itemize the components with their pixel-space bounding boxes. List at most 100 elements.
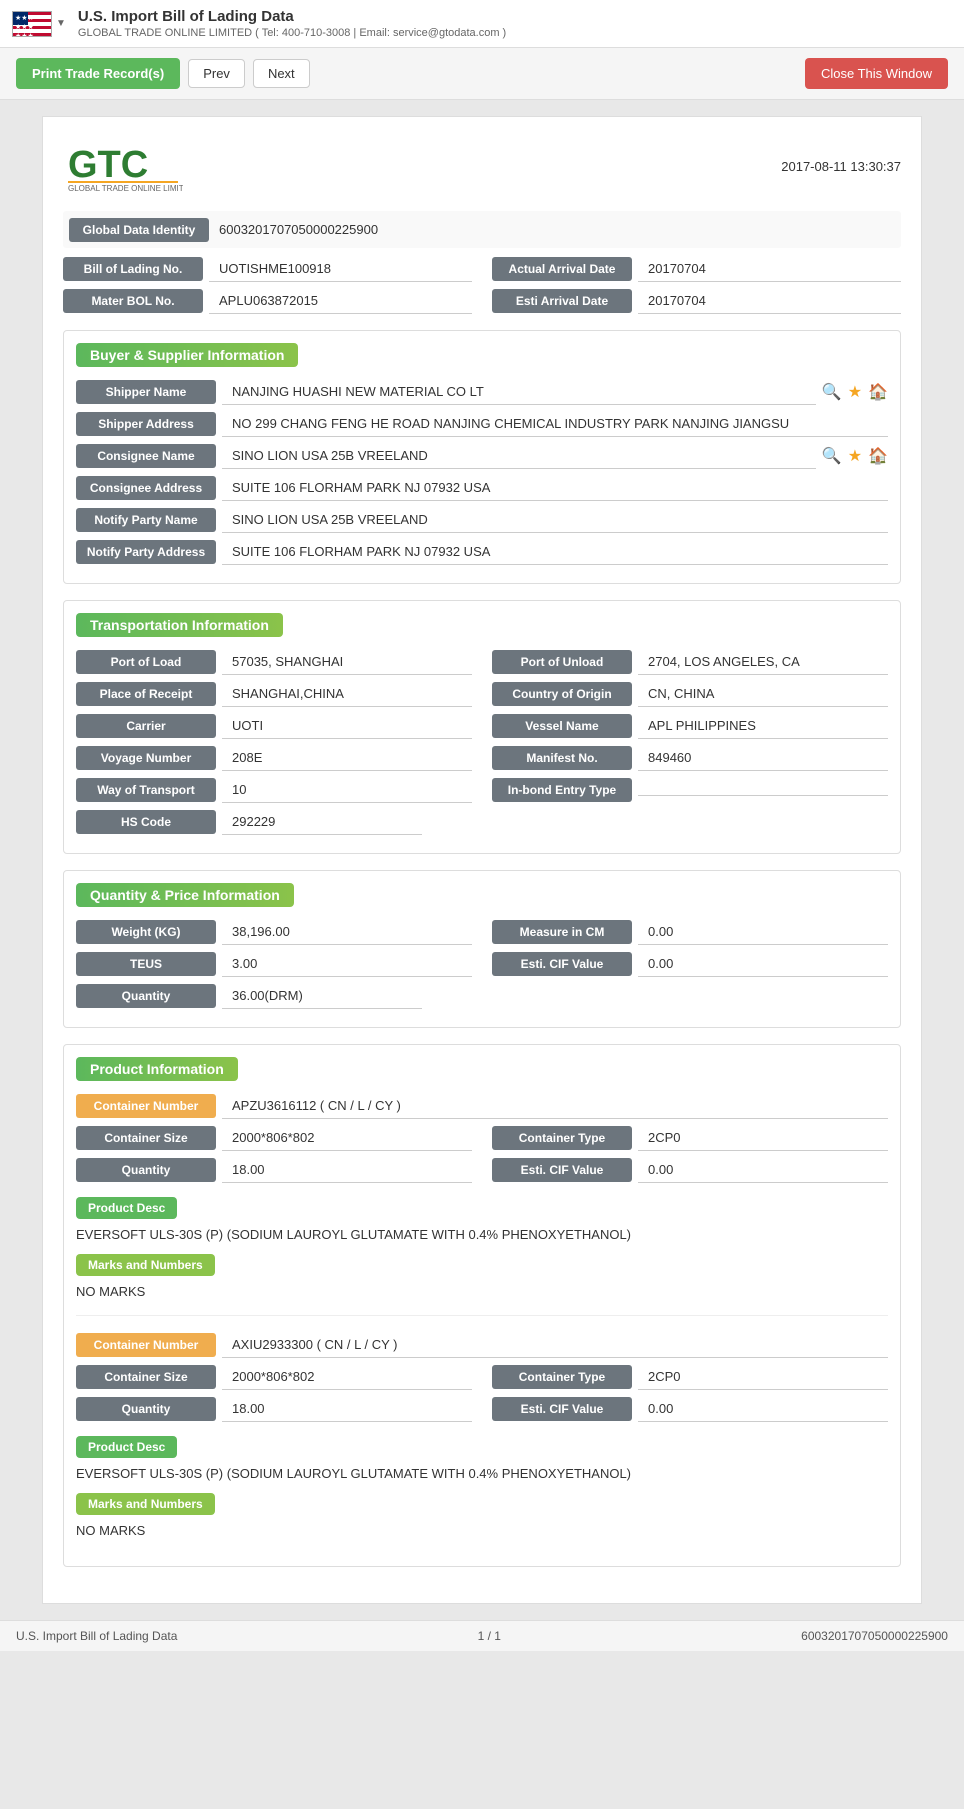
quantity-label-c1: Quantity (76, 1158, 216, 1182)
inbond-entry-label: In-bond Entry Type (492, 778, 632, 802)
consignee-name-row: Consignee Name SINO LION USA 25B VREELAN… (76, 443, 888, 469)
star-icon-2[interactable]: ★ (848, 446, 862, 466)
container-number-value-1: APZU3616112 ( CN / L / CY ) (222, 1093, 888, 1119)
transport-inbond-row: Way of Transport 10 In-bond Entry Type (76, 777, 888, 803)
home-icon-2[interactable]: 🏠 (868, 446, 888, 466)
star-icon[interactable]: ★ (848, 382, 862, 402)
voyage-number-value: 208E (222, 745, 472, 771)
product-desc-label-1[interactable]: Product Desc (76, 1197, 177, 1219)
teus-cif-row: TEUS 3.00 Esti. CIF Value 0.00 (76, 951, 888, 977)
container-size-value-1: 2000*806*802 (222, 1125, 472, 1151)
esti-cif-value-1: 0.00 (638, 951, 888, 977)
main-page: GTC GLOBAL TRADE ONLINE LIMITED 2017-08-… (42, 116, 922, 1604)
country-origin-label: Country of Origin (492, 682, 632, 706)
way-transport-value: 10 (222, 777, 472, 803)
mater-bol-label: Mater BOL No. (63, 289, 203, 313)
svg-text:GTC: GTC (68, 144, 148, 186)
qty-price-title: Quantity & Price Information (76, 883, 294, 907)
marks-label-1[interactable]: Marks and Numbers (76, 1254, 215, 1276)
shipper-address-row: Shipper Address NO 299 CHANG FENG HE ROA… (76, 411, 888, 437)
container-type-value-1: 2CP0 (638, 1125, 888, 1151)
container-size-value-2: 2000*806*802 (222, 1364, 472, 1390)
prev-button[interactable]: Prev (188, 59, 245, 88)
container-type-value-2: 2CP0 (638, 1364, 888, 1390)
container-block-2: Container Number AXIU2933300 ( CN / L / … (76, 1332, 888, 1554)
search-icon-2[interactable]: 🔍 (822, 446, 842, 466)
flag-icon: ★★★★★★★★★ (12, 11, 52, 37)
buyer-supplier-section: Buyer & Supplier Information Shipper Nam… (63, 330, 901, 584)
weight-kg-value: 38,196.00 (222, 919, 472, 945)
actual-arrival-label: Actual Arrival Date (492, 257, 632, 281)
container-number-label-1: Container Number (76, 1094, 216, 1118)
mater-bol-value: APLU063872015 (209, 288, 472, 314)
marks-text-2: NO MARKS (76, 1519, 888, 1542)
teus-value: 3.00 (222, 951, 472, 977)
manifest-no-label: Manifest No. (492, 746, 632, 770)
teus-label: TEUS (76, 952, 216, 976)
quantity-value-c2: 18.00 (222, 1396, 472, 1422)
vessel-name-label: Vessel Name (492, 714, 632, 738)
search-icon[interactable]: 🔍 (822, 382, 842, 402)
notify-party-name-row: Notify Party Name SINO LION USA 25B VREE… (76, 507, 888, 533)
transportation-section: Transportation Information Port of Load … (63, 600, 901, 854)
bol-field: Bill of Lading No. UOTISHME100918 (63, 256, 472, 282)
quantity-value-1: 36.00(DRM) (222, 983, 422, 1009)
page-footer: U.S. Import Bill of Lading Data 1 / 1 60… (0, 1620, 964, 1651)
receipt-origin-row: Place of Receipt SHANGHAI,CHINA Country … (76, 681, 888, 707)
voyage-manifest-row: Voyage Number 208E Manifest No. 849460 (76, 745, 888, 771)
product-info-title: Product Information (76, 1057, 238, 1081)
qty-price-section: Quantity & Price Information Weight (KG)… (63, 870, 901, 1028)
container-size-type-row-1: Container Size 2000*806*802 Container Ty… (76, 1125, 888, 1151)
place-receipt-label: Place of Receipt (76, 682, 216, 706)
footer-right: 6003201707050000225900 (801, 1629, 948, 1643)
dropdown-arrow[interactable]: ▼ (56, 18, 66, 29)
hs-code-row: HS Code 292229 (76, 809, 888, 835)
quantity-row-1: Quantity 36.00(DRM) (76, 983, 888, 1009)
container-size-label-2: Container Size (76, 1365, 216, 1389)
consignee-name-label: Consignee Name (76, 444, 216, 468)
consignee-address-label: Consignee Address (76, 476, 216, 500)
manifest-no-value: 849460 (638, 745, 888, 771)
esti-cif-value-c2: 0.00 (638, 1396, 888, 1422)
footer-center: 1 / 1 (478, 1629, 501, 1643)
global-id-label: Global Data Identity (69, 218, 209, 242)
weight-kg-label: Weight (KG) (76, 920, 216, 944)
port-load-value: 57035, SHANGHAI (222, 649, 472, 675)
esti-arrival-field: Esti Arrival Date 20170704 (492, 288, 901, 314)
home-icon[interactable]: 🏠 (868, 382, 888, 402)
container-number-value-2: AXIU2933300 ( CN / L / CY ) (222, 1332, 888, 1358)
container-size-label-1: Container Size (76, 1126, 216, 1150)
next-button[interactable]: Next (253, 59, 310, 88)
hs-code-label: HS Code (76, 810, 216, 834)
consignee-name-value: SINO LION USA 25B VREELAND (222, 443, 816, 469)
measure-cm-label: Measure in CM (492, 920, 632, 944)
mater-bol-row: Mater BOL No. APLU063872015 Esti Arrival… (63, 288, 901, 314)
logo-svg: GTC GLOBAL TRADE ONLINE LIMITED (63, 137, 183, 192)
esti-cif-value-c1: 0.00 (638, 1157, 888, 1183)
mater-bol-field: Mater BOL No. APLU063872015 (63, 288, 472, 314)
port-unload-label: Port of Unload (492, 650, 632, 674)
bol-value: UOTISHME100918 (209, 256, 472, 282)
container-number-row-2: Container Number AXIU2933300 ( CN / L / … (76, 1332, 888, 1358)
svg-text:GLOBAL TRADE ONLINE LIMITED: GLOBAL TRADE ONLINE LIMITED (68, 184, 183, 192)
carrier-vessel-row: Carrier UOTI Vessel Name APL PHILIPPINES (76, 713, 888, 739)
footer-left: U.S. Import Bill of Lading Data (16, 1629, 177, 1643)
quantity-label-1: Quantity (76, 984, 216, 1008)
qty-cif-row-1: Quantity 18.00 Esti. CIF Value 0.00 (76, 1157, 888, 1183)
print-button[interactable]: Print Trade Record(s) (16, 58, 180, 89)
measure-cm-value: 0.00 (638, 919, 888, 945)
actual-arrival-value: 20170704 (638, 256, 901, 282)
marks-text-1: NO MARKS (76, 1280, 888, 1303)
product-info-section: Product Information Container Number APZ… (63, 1044, 901, 1567)
notify-party-name-value: SINO LION USA 25B VREELAND (222, 507, 888, 533)
qty-cif-row-2: Quantity 18.00 Esti. CIF Value 0.00 (76, 1396, 888, 1422)
notify-party-address-label: Notify Party Address (76, 540, 216, 564)
shipper-name-label: Shipper Name (76, 380, 216, 404)
close-button[interactable]: Close This Window (805, 58, 948, 89)
global-id-value: 6003201707050000225900 (209, 217, 388, 242)
weight-measure-row: Weight (KG) 38,196.00 Measure in CM 0.00 (76, 919, 888, 945)
notify-party-name-label: Notify Party Name (76, 508, 216, 532)
marks-label-2[interactable]: Marks and Numbers (76, 1493, 215, 1515)
product-desc-label-2[interactable]: Product Desc (76, 1436, 177, 1458)
actual-arrival-field: Actual Arrival Date 20170704 (492, 256, 901, 282)
